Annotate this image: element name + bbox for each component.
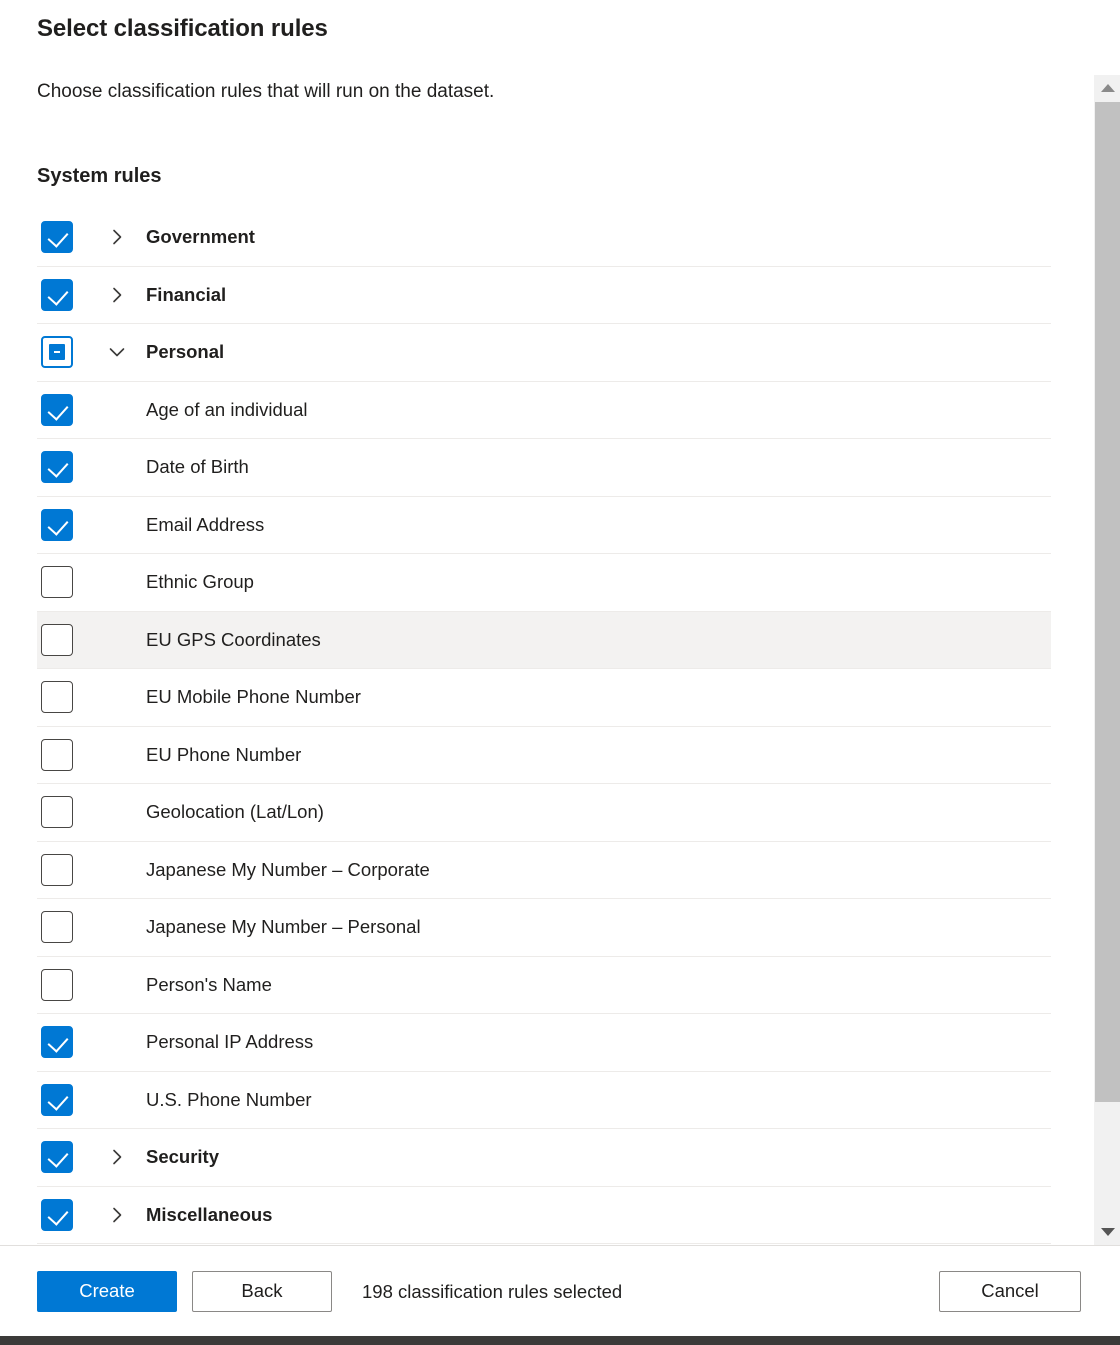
rule-label: Person's Name <box>146 973 272 995</box>
rule-checkbox[interactable] <box>41 336 73 369</box>
rule-indent-spacer <box>102 855 132 885</box>
rule-indent-spacer <box>102 395 132 425</box>
chevron-right-icon[interactable] <box>102 1200 132 1230</box>
rule-checkbox[interactable] <box>41 1141 73 1174</box>
rule-group-row[interactable]: Government <box>37 209 1051 267</box>
rule-checkbox[interactable] <box>41 451 73 484</box>
rule-group-row[interactable]: Miscellaneous <box>37 1187 1051 1244</box>
rule-checkbox[interactable] <box>41 1026 73 1059</box>
chevron-right-icon[interactable] <box>102 222 132 252</box>
rule-indent-spacer <box>102 510 132 540</box>
rule-row[interactable]: Japanese My Number – Personal <box>37 899 1051 957</box>
rule-label: EU GPS Coordinates <box>146 628 321 650</box>
rule-row[interactable]: Personal IP Address <box>37 1014 1051 1072</box>
vertical-scrollbar[interactable] <box>1093 75 1120 1245</box>
rule-label: EU Mobile Phone Number <box>146 686 361 708</box>
rule-checkbox[interactable] <box>41 623 73 656</box>
rule-checkbox[interactable] <box>41 1198 73 1231</box>
chevron-right-icon[interactable] <box>102 280 132 310</box>
rule-checkbox[interactable] <box>41 796 73 829</box>
rule-indent-spacer <box>102 912 132 942</box>
scroll-up-arrow-icon[interactable] <box>1094 75 1120 101</box>
rule-checkbox[interactable] <box>41 508 73 541</box>
rule-checkbox[interactable] <box>41 393 73 426</box>
chevron-right-icon[interactable] <box>102 1142 132 1172</box>
rule-label: U.S. Phone Number <box>146 1088 312 1110</box>
rule-row[interactable]: Email Address <box>37 497 1051 554</box>
page-title: Select classification rules <box>37 15 328 42</box>
rule-label: Japanese My Number – Corporate <box>146 858 430 880</box>
rule-indent-spacer <box>102 1027 132 1057</box>
rule-row[interactable]: EU GPS Coordinates <box>37 611 1051 669</box>
rule-indent-spacer <box>102 740 132 770</box>
rule-row[interactable]: Ethnic Group <box>37 554 1051 612</box>
rule-label: EU Phone Number <box>146 743 302 765</box>
rule-row[interactable]: Date of Birth <box>37 439 1051 497</box>
rule-checkbox[interactable] <box>41 738 73 771</box>
rule-row[interactable]: EU Mobile Phone Number <box>37 669 1051 727</box>
chevron-down-icon[interactable] <box>102 337 132 367</box>
window-bottom-bar <box>0 1336 1120 1345</box>
classification-rules-panel: Select classification rules Choose class… <box>0 0 1120 1345</box>
rule-indent-spacer <box>102 970 132 1000</box>
rule-checkbox[interactable] <box>41 968 73 1001</box>
page-subtitle: Choose classification rules that will ru… <box>37 81 495 102</box>
rule-label: Personal <box>146 341 225 363</box>
rule-row[interactable]: Japanese My Number – Corporate <box>37 842 1051 899</box>
rule-checkbox[interactable] <box>41 566 73 599</box>
rule-checkbox[interactable] <box>41 853 73 886</box>
rule-label: Geolocation (Lat/Lon) <box>146 801 324 823</box>
cancel-button[interactable]: Cancel <box>939 1271 1081 1312</box>
scroll-down-arrow-icon[interactable] <box>1094 1219 1120 1245</box>
rule-label: Financial <box>146 283 227 305</box>
rule-group-row[interactable]: Financial <box>37 267 1051 324</box>
footer-actions: Create Back 198 classification rules sel… <box>0 1246 1120 1335</box>
scrollbar-thumb[interactable] <box>1095 102 1120 1102</box>
section-heading: System rules <box>37 165 162 187</box>
rule-row[interactable]: Person's Name <box>37 957 1051 1014</box>
rule-checkbox[interactable] <box>41 681 73 714</box>
rule-checkbox[interactable] <box>41 221 73 254</box>
selected-count-status: 198 classification rules selected <box>362 1280 623 1302</box>
back-button[interactable]: Back <box>192 1271 332 1312</box>
rules-list: Government Financial Personal Age of an ind… <box>37 209 1051 1244</box>
rule-indent-spacer <box>102 625 132 655</box>
rule-row[interactable]: Geolocation (Lat/Lon) <box>37 784 1051 842</box>
rule-group-row[interactable]: Personal <box>37 324 1051 382</box>
rule-label: Personal IP Address <box>146 1031 314 1053</box>
rule-checkbox[interactable] <box>41 1083 73 1116</box>
rule-row[interactable]: Age of an individual <box>37 382 1051 439</box>
create-button[interactable]: Create <box>37 1271 177 1312</box>
rule-row[interactable]: U.S. Phone Number <box>37 1072 1051 1129</box>
rule-label: Date of Birth <box>146 456 249 478</box>
rule-indent-spacer <box>102 1085 132 1115</box>
rule-row[interactable]: EU Phone Number <box>37 727 1051 784</box>
rule-checkbox[interactable] <box>41 278 73 311</box>
rule-label: Japanese My Number – Personal <box>146 916 421 938</box>
rule-indent-spacer <box>102 682 132 712</box>
rule-group-row[interactable]: Security <box>37 1129 1051 1187</box>
rule-checkbox[interactable] <box>41 911 73 944</box>
rule-indent-spacer <box>102 567 132 597</box>
rule-label: Government <box>146 226 255 248</box>
rule-indent-spacer <box>102 452 132 482</box>
rule-label: Miscellaneous <box>146 1203 273 1225</box>
rule-label: Security <box>146 1146 220 1168</box>
rule-label: Email Address <box>146 513 265 535</box>
rule-indent-spacer <box>102 797 132 827</box>
rule-label: Age of an individual <box>146 398 308 420</box>
rule-label: Ethnic Group <box>146 571 254 593</box>
